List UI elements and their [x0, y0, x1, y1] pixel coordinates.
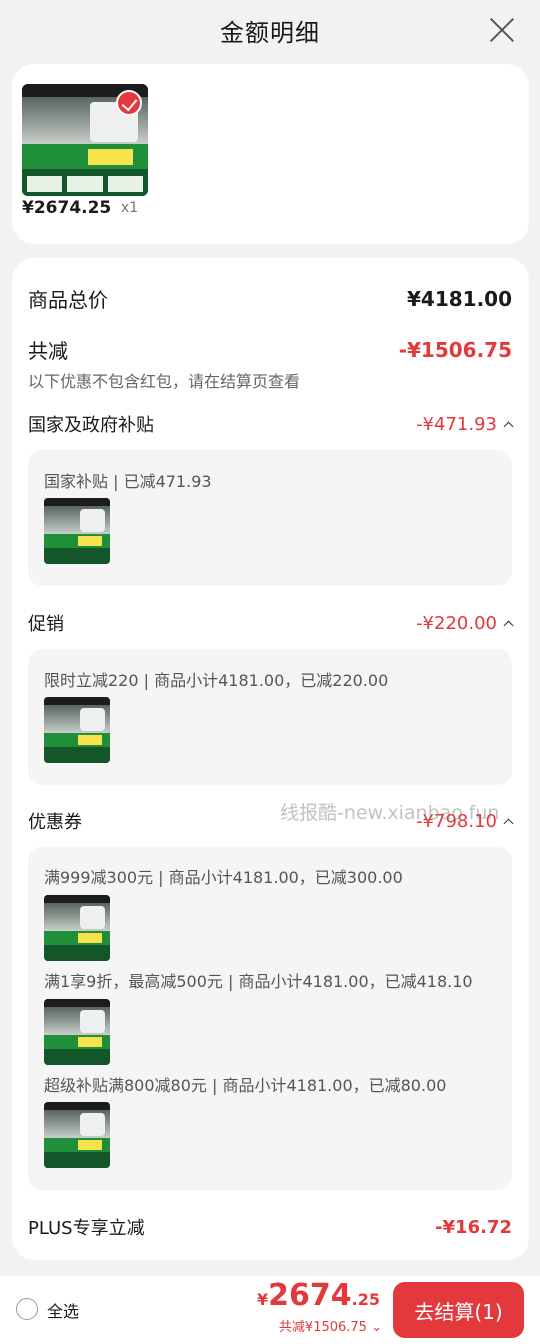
select-all-label[interactable]: 全选	[47, 1298, 79, 1322]
discount-line: 国家补贴 | 已减471.93	[44, 472, 212, 491]
item-thumbnail	[44, 1102, 110, 1168]
chevron-down-icon: ⌄	[371, 1320, 382, 1335]
close-icon[interactable]	[488, 16, 516, 44]
item-thumbnail	[44, 498, 110, 564]
discount-line: 满999减300元 | 商品小计4181.00，已减300.00	[44, 868, 403, 887]
section-amount: -¥220.00	[416, 612, 497, 634]
section-value: -¥471.93	[416, 413, 514, 435]
total-label: 商品总价	[28, 288, 108, 312]
section-title: 优惠券	[28, 812, 82, 833]
price-decimal: .25	[351, 1290, 380, 1309]
section-subsidy-detail: 国家补贴 | 已减471.93	[28, 450, 512, 586]
plus-label: PLUS专享立减	[28, 1218, 145, 1239]
checkout-button[interactable]: 去结算(1)	[393, 1282, 524, 1338]
page-title: 金额明细	[220, 18, 320, 47]
total-payable: ¥2674.25	[257, 1278, 380, 1313]
section-promo-detail: 限时立减220 | 商品小计4181.00，已减220.00	[28, 649, 512, 785]
plus-row: PLUS专享立减 -¥16.72	[28, 1214, 512, 1240]
section-title: 促销	[28, 614, 64, 635]
product-price: ¥2674.25	[22, 198, 112, 218]
discount-line: 满1享9折，最高减500元 | 商品小计4181.00，已减418.10	[44, 972, 473, 991]
checkout-bar: 全选 ¥2674.25 共减¥1506.75 ⌄ 去结算(1)	[0, 1276, 540, 1344]
reduce-label: 共减	[28, 339, 68, 363]
item-thumbnail	[44, 895, 110, 961]
reduce-row: 共减 -¥1506.75	[28, 335, 512, 364]
section-value: -¥798.10	[416, 810, 514, 832]
total-row: 商品总价 ¥4181.00	[28, 284, 512, 313]
discount-text: 共减¥1506.75	[278, 1320, 367, 1335]
item-thumbnail	[44, 999, 110, 1065]
section-promo-header[interactable]: 促销 -¥220.00	[28, 610, 514, 636]
reduce-hint: 以下优惠不包含红包，请在结算页查看	[28, 372, 301, 391]
chevron-up-icon	[503, 818, 514, 828]
section-coupon-header[interactable]: 优惠券 -¥798.10	[28, 808, 514, 834]
price-integer: 2674	[268, 1278, 352, 1313]
plus-value: -¥16.72	[435, 1216, 512, 1238]
section-title: 国家及政府补贴	[28, 415, 154, 436]
product-quantity: x1	[121, 200, 139, 216]
select-all-radio[interactable]	[16, 1298, 38, 1320]
total-discount[interactable]: 共减¥1506.75 ⌄	[279, 1316, 382, 1335]
header-bar: 金额明细	[0, 0, 540, 60]
discount-line: 超级补贴满800减80元 | 商品小计4181.00，已减80.00	[44, 1076, 447, 1095]
reduce-value: -¥1506.75	[398, 337, 512, 362]
item-thumbnail	[44, 697, 110, 763]
currency-symbol: ¥	[257, 1290, 269, 1309]
product-thumbnail[interactable]	[22, 84, 148, 196]
section-value: -¥220.00	[416, 612, 514, 634]
discount-line: 限时立减220 | 商品小计4181.00，已减220.00	[44, 671, 389, 690]
section-amount: -¥471.93	[416, 413, 497, 435]
section-amount: -¥798.10	[416, 810, 497, 832]
section-coupon-detail: 满999减300元 | 商品小计4181.00，已减300.00 满1享9折，最…	[28, 847, 512, 1190]
selected-check-icon[interactable]	[116, 90, 142, 116]
chevron-up-icon	[503, 620, 514, 630]
total-value: ¥4181.00	[406, 286, 512, 311]
section-subsidy-header[interactable]: 国家及政府补贴 -¥471.93	[28, 411, 514, 437]
chevron-up-icon	[503, 421, 514, 431]
